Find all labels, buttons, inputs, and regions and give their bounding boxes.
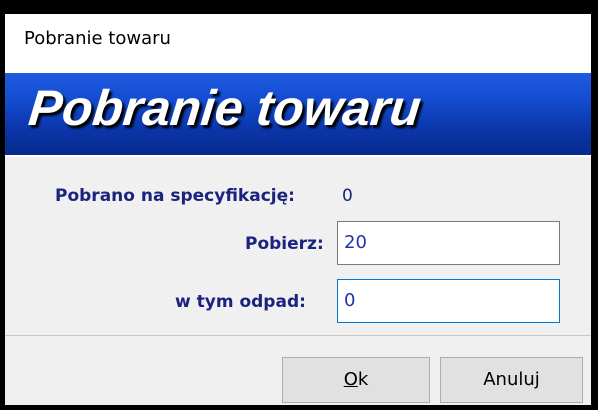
waste-label: w tym odpad: (175, 292, 306, 312)
waste-quantity-input[interactable]: 0 (337, 279, 560, 323)
take-label: Pobierz: (245, 234, 324, 254)
cancel-button[interactable]: Anuluj (440, 357, 583, 403)
header-banner: Pobranie towaru (5, 73, 591, 157)
button-bar: Ok Anuluj (5, 336, 591, 405)
collected-value: 0 (342, 186, 353, 206)
ok-accelerator: O (343, 369, 358, 390)
dialog-window: Pobranie towaru Pobranie towaru Pobrano … (0, 0, 598, 410)
collected-label: Pobrano na specyfikację: (55, 186, 295, 206)
banner-title: Pobranie towaru (26, 80, 424, 136)
ok-label-rest: k (357, 369, 369, 390)
take-quantity-input[interactable]: 20 (337, 221, 560, 265)
ok-button[interactable]: Ok (282, 357, 430, 403)
form-area: Pobrano na specyfikację: 0 Pobierz: 20 w… (5, 157, 591, 335)
title-bar[interactable]: Pobranie towaru (5, 14, 591, 73)
window-title: Pobranie towaru (24, 28, 171, 49)
